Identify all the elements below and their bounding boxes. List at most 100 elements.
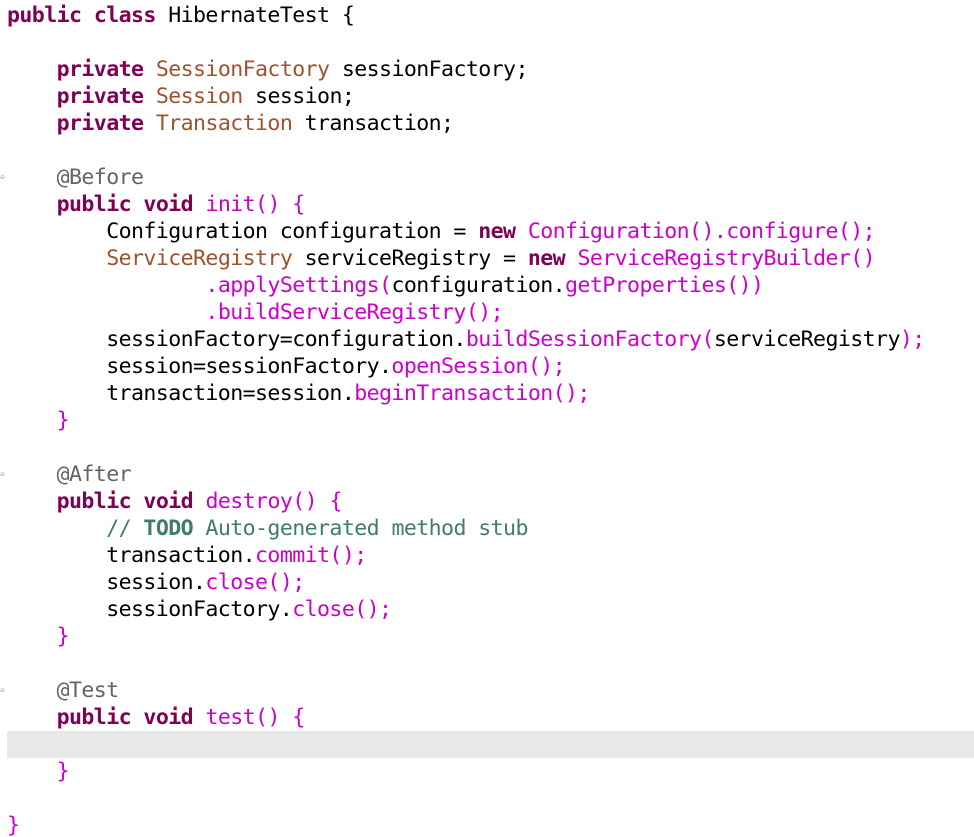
code-token: public [56, 705, 132, 730]
code-token: transaction=session. [7, 381, 355, 406]
editor-gutter [0, 0, 7, 837]
code-line[interactable]: sessionFactory=configuration.buildSessio… [7, 326, 974, 353]
code-line[interactable]: } [7, 758, 974, 785]
code-token: HibernateTest [155, 3, 342, 28]
code-token: close(); [205, 570, 305, 595]
code-token: private [56, 57, 144, 82]
code-token: void [143, 489, 194, 514]
code-token: commit(); [255, 543, 367, 568]
code-line[interactable]: ​ [7, 434, 974, 461]
code-token: getProperties()) [565, 273, 764, 298]
code-token: @Before [56, 165, 144, 190]
code-token: openSession(); [391, 354, 566, 379]
code-line[interactable]: @After [7, 461, 974, 488]
code-line[interactable]: public class HibernateTest { [7, 2, 974, 29]
code-line[interactable]: } [7, 812, 974, 837]
code-line[interactable]: transaction=session.beginTransaction(); [7, 380, 974, 407]
code-token: Transaction [155, 111, 293, 136]
code-line[interactable]: ​ [7, 785, 974, 812]
code-line[interactable]: .buildServiceRegistry(); [7, 299, 974, 326]
code-line[interactable]: session.close(); [7, 569, 974, 596]
code-token: TODO [143, 516, 194, 541]
code-token: session=sessionFactory. [7, 354, 392, 379]
code-token: void [143, 192, 194, 217]
code-line[interactable]: ​ [7, 29, 974, 56]
code-line[interactable]: @Before [7, 164, 974, 191]
code-line[interactable]: ​ [7, 650, 974, 677]
code-token: Configuration().configure(); [527, 219, 876, 244]
fold-collapse-icon[interactable] [0, 472, 5, 477]
code-line[interactable]: @Test [7, 677, 974, 704]
code-line[interactable]: } [7, 407, 974, 434]
code-token: new [527, 246, 566, 271]
code-token: destroy [205, 489, 293, 514]
code-token: ); [899, 327, 925, 352]
code-token: Configuration configuration = [7, 219, 479, 244]
code-line[interactable]: Configuration configuration = new Config… [7, 218, 974, 245]
code-token: transaction; [292, 111, 454, 136]
code-line[interactable]: session=sessionFactory.openSession(); [7, 353, 974, 380]
code-token: @After [56, 462, 132, 487]
code-token: () [255, 705, 280, 730]
code-token: public [56, 192, 132, 217]
code-token: configuration. [391, 273, 566, 298]
code-token: // [106, 516, 144, 541]
code-token: beginTransaction(); [354, 381, 590, 406]
code-token: transaction. [7, 543, 256, 568]
code-line[interactable]: transaction.commit(); [7, 542, 974, 569]
code-token: session; [242, 84, 355, 109]
fold-collapse-icon[interactable] [0, 175, 5, 180]
code-line[interactable]: ServiceRegistry serviceRegistry = new Se… [7, 245, 974, 272]
code-area[interactable]: public class HibernateTest {​ private Se… [7, 2, 974, 837]
code-token: sessionFactory=configuration. [7, 327, 466, 352]
current-line[interactable]: ​ [7, 731, 974, 758]
code-token: buildSessionFactory( [465, 327, 715, 352]
code-token: sessionFactory. [7, 597, 293, 622]
code-line[interactable]: } [7, 623, 974, 650]
code-line[interactable]: ​ [7, 137, 974, 164]
fold-collapse-icon[interactable] [0, 688, 5, 693]
code-line[interactable]: .applySettings(configuration.getProperti… [7, 272, 974, 299]
code-token: { [329, 489, 342, 514]
code-token: SessionFactory [155, 57, 330, 82]
code-line[interactable]: // TODO Auto-generated method stub [7, 515, 974, 542]
code-line[interactable]: public void test() { [7, 704, 974, 731]
code-token: class [93, 3, 157, 28]
code-token: } [56, 408, 70, 433]
code-token: test [205, 705, 256, 730]
code-line[interactable]: private Session session; [7, 83, 974, 110]
code-token: void [143, 705, 194, 730]
code-line[interactable]: public void init() { [7, 191, 974, 218]
code-line[interactable]: sessionFactory.close(); [7, 596, 974, 623]
code-token: private [56, 111, 144, 136]
code-token: serviceRegistry [713, 327, 901, 352]
code-token: } [56, 759, 70, 784]
code-token: session. [7, 570, 206, 595]
code-line[interactable]: private Transaction transaction; [7, 110, 974, 137]
code-editor[interactable]: public class HibernateTest {​ private Se… [0, 0, 974, 837]
code-token: private [56, 84, 144, 109]
code-token: @Test [56, 678, 120, 703]
code-line[interactable]: public void destroy() { [7, 488, 974, 515]
code-line[interactable]: private SessionFactory sessionFactory; [7, 56, 974, 83]
code-token: sessionFactory; [329, 57, 529, 82]
code-token: { [292, 705, 305, 730]
